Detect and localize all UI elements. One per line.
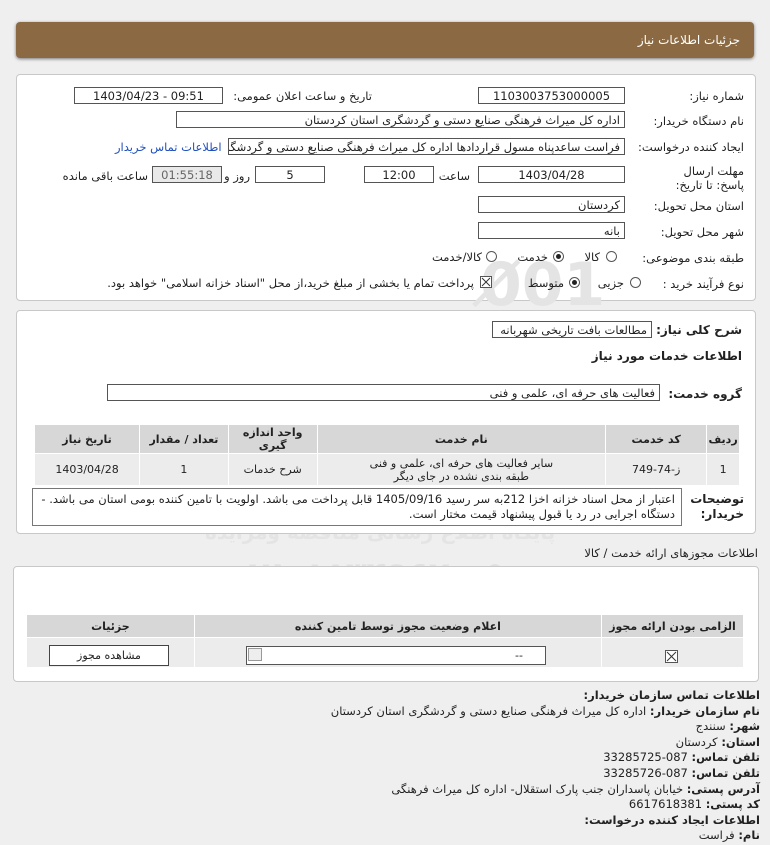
buyer-notes-field: اعتبار از محل اسناد خزانه اخزا 212به سر … (32, 488, 682, 526)
contact-fax: 087-33285726 (603, 765, 688, 780)
cell-name: سایر فعالیت های حرفه ای، علمی و فنی طبقه… (316, 453, 607, 486)
col-permit-status: اعلام وضعیت مجوز توسط تامین کننده (193, 614, 603, 638)
buyer-org-label: نام دستگاه خریدار: (653, 114, 744, 128)
category-service-label: خدمت (517, 250, 548, 264)
permit-required-checkbox[interactable] (665, 650, 678, 663)
category-label: طبقه بندی موضوعی: (642, 251, 744, 265)
contact-postal: 6617618381 (628, 797, 703, 812)
need-number-label: شماره نیاز: (689, 89, 744, 103)
deadline-time-field: 12:00 (364, 166, 434, 183)
process-radio-minor[interactable] (630, 277, 641, 288)
checkbox-cross-icon (666, 651, 677, 662)
permit-status-select[interactable]: -- (246, 646, 546, 665)
contact-address-line: آدرس پستی: خیابان پاسداران جنب پارک استق… (20, 782, 760, 798)
announce-label: تاریخ و ساعت اعلان عمومی: (233, 89, 372, 103)
creator-info-title: اطلاعات ایجاد کننده درخواست: (584, 812, 760, 827)
treasury-checkbox[interactable] (480, 276, 492, 288)
city-label: شهر محل تحویل: (660, 225, 744, 239)
contact-phone-line: تلفن تماس: 087-33285725 (20, 750, 760, 766)
city-field: بانه (478, 222, 625, 239)
description-label: شرح کلی نیاز: (656, 323, 742, 337)
province-label: استان محل تحویل: (653, 199, 744, 213)
deadline-date-field: 1403/04/28 (478, 166, 625, 183)
contact-phone: 087-33285725 (603, 750, 688, 765)
col-date: تاریخ نیاز (33, 424, 141, 454)
contact-address: خیابان پاسداران جنب پارک استقلال- اداره … (391, 781, 684, 796)
category-both-label: کالا/خدمت (431, 250, 482, 264)
creator-label: ایجاد کننده درخواست: (638, 140, 744, 154)
services-table: ردیف کد خدمت نام خدمت واحد اندازه گیری ت… (33, 424, 740, 486)
need-number-field: 1103003753000005 (478, 87, 625, 104)
permit-status-value: -- (515, 649, 523, 662)
remaining-time-field: 01:55:18 (152, 166, 222, 183)
page-title: جزئیات اطلاعات نیاز (637, 33, 740, 47)
treasury-note: پرداخت تمام یا بخشی از مبلغ خرید،از محل … (107, 276, 474, 290)
contact-city-label: شهر: (729, 719, 760, 734)
col-code: کد خدمت (605, 424, 708, 454)
creator-name-line: نام: فراست (20, 828, 760, 844)
contact-phone-label: تلفن تماس: (691, 750, 760, 765)
contact-fax-label: تلفن تماس: (691, 765, 760, 780)
category-goods-label: کالا (584, 250, 600, 264)
creator-name: فراست (698, 828, 735, 843)
contact-info: اطلاعات تماس سازمان خریدار: نام سازمان خ… (20, 688, 760, 844)
province-field: کردستان (478, 196, 625, 213)
contact-fax-line: تلفن تماس: 087-33285726 (20, 766, 760, 782)
hour-label: ساعت (438, 169, 470, 183)
dropdown-arrow-icon (248, 648, 262, 661)
contact-address-label: آدرس پستی: (686, 781, 760, 796)
col-unit: واحد اندازه گیری (227, 424, 318, 454)
col-row: ردیف (706, 424, 740, 454)
contact-city-line: شهر: سنندج (20, 719, 760, 735)
contact-province-label: استان: (721, 734, 760, 749)
col-permit-details: جزئیات (26, 614, 195, 638)
services-title: اطلاعات خدمات مورد نیاز (591, 349, 742, 363)
col-qty: تعداد / مقدار (139, 424, 229, 454)
buyer-contact-link[interactable]: اطلاعات تماس خریدار (115, 140, 222, 154)
process-radio-medium[interactable] (569, 277, 580, 288)
service-group-field: فعالیت های حرفه ای، علمی و فنی (107, 384, 660, 401)
cell-unit: شرح خدمات (227, 453, 318, 486)
category-radio-both[interactable] (486, 251, 497, 262)
process-label: نوع فرآیند خرید : (662, 277, 744, 291)
buyer-org-field: اداره کل میراث فرهنگی صنایع دستی و گردشگ… (176, 111, 625, 128)
col-permit-required: الزامی بودن ارائه مجوز (601, 614, 744, 638)
service-group-label: گروه خدمت: (668, 387, 742, 401)
contact-city: سنندج (695, 719, 726, 734)
contact-province: کردستان (675, 734, 718, 749)
process-medium-label: متوسط (527, 276, 564, 290)
need-info-panel (16, 74, 756, 301)
announce-field: 1403/04/23 - 09:51 (74, 87, 223, 104)
days-field: 5 (255, 166, 325, 183)
category-radio-service[interactable] (553, 251, 564, 262)
contact-title: اطلاعات تماس سازمان خریدار: (583, 688, 760, 702)
days-label: روز و (224, 169, 250, 183)
category-radio-goods[interactable] (606, 251, 617, 262)
contact-postal-line: کد پستی: 6617618381 (20, 797, 760, 813)
page-header: جزئیات اطلاعات نیاز (16, 22, 754, 58)
remaining-label: ساعت باقی مانده (62, 169, 148, 183)
creator-name-label: نام: (738, 828, 760, 843)
buyer-notes-label: توضیحات خریدار: (690, 492, 744, 521)
contact-org-line: نام سازمان خریدار: اداره کل میراث فرهنگی… (20, 704, 760, 720)
contact-province-line: استان: کردستان (20, 735, 760, 751)
contact-org-label: نام سازمان خریدار: (649, 703, 760, 718)
cell-qty: 1 (139, 453, 229, 486)
view-permit-button[interactable]: مشاهده مجوز (49, 645, 169, 666)
creator-field: فراست ساعدپناه مسول قراردادها اداره کل م… (228, 138, 625, 155)
cell-date: 1403/04/28 (33, 453, 141, 486)
permits-section-title: اطلاعات مجوزهای ارائه خدمت / کالا (584, 546, 758, 560)
checkbox-cross-icon (481, 277, 491, 287)
cell-row: 1 (706, 453, 740, 486)
contact-org: اداره کل میراث فرهنگی صنایع دستی و گردشگ… (330, 703, 647, 718)
cell-code: ز-74-749 (605, 453, 708, 486)
table-row: 1 ز-74-749 سایر فعالیت های حرفه ای، علمی… (33, 453, 740, 486)
contact-postal-label: کد پستی: (705, 797, 760, 812)
description-field: مطالعات بافت تاریخی شهربانه (492, 321, 652, 338)
deadline-label: مهلت ارسال پاسخ: تا تاریخ: (675, 164, 744, 192)
process-minor-label: جزیی (597, 276, 624, 290)
col-name: نام خدمت (316, 424, 607, 454)
